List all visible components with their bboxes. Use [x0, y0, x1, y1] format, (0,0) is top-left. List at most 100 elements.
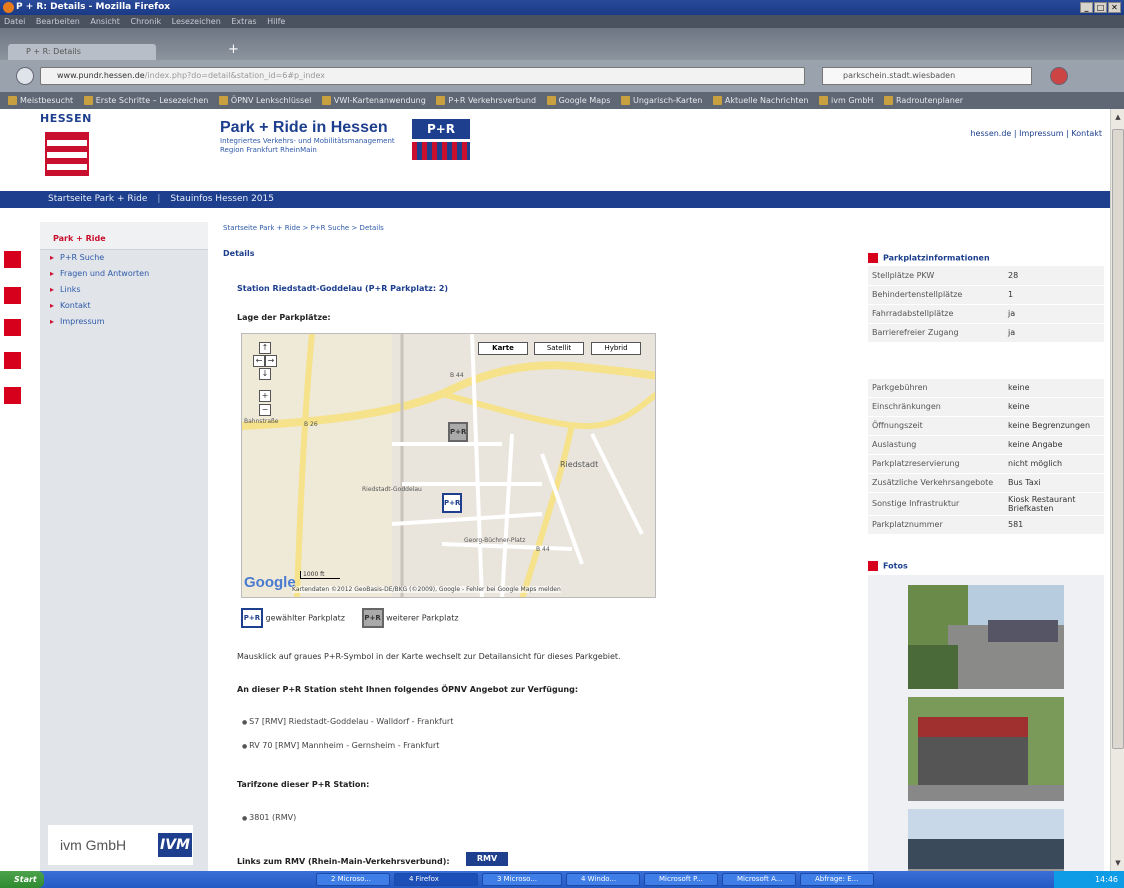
map-copyright[interactable]: Kartendaten ©2012 GeoBasis-DE/BKG (©2009… [292, 586, 561, 593]
url-bar[interactable]: www.pundr.hessen.de/index.php?do=detail&… [40, 67, 805, 85]
arrow-right-icon: ▸ [50, 285, 55, 294]
photo-parking-lot[interactable] [908, 585, 1064, 689]
station-title[interactable]: Station Riedstadt-Goddelau (P+R Parkplat… [237, 284, 448, 293]
photo-gallery [868, 575, 1104, 871]
nav-stauinfos[interactable]: Stauinfos Hessen 2015 [170, 194, 274, 204]
map-zoom-in-button[interactable]: + [259, 390, 271, 402]
brand-title: Park + Ride in Hessen [220, 119, 388, 136]
parking-info-table: Stellplätze PKW 28 Behindertenstellplätze 1… [868, 266, 1104, 535]
close-button[interactable]: ✕ [1108, 2, 1121, 13]
nav-startseite[interactable]: Startseite Park + Ride [48, 194, 147, 204]
bookmark-item[interactable]: Google Maps [545, 92, 610, 109]
photo-bike-shelter[interactable] [908, 697, 1064, 801]
nav-separator: | [157, 194, 161, 204]
hessen-logo[interactable]: HESSEN [40, 112, 100, 182]
menu-lesezeichen[interactable]: Lesezeichen [172, 17, 221, 26]
map-pan-right-button[interactable]: → [265, 355, 277, 367]
sidebar-item-kontakt[interactable]: ▸ Kontakt [40, 298, 208, 314]
map-scale: 1000 ft [300, 571, 340, 579]
hessen-crest-icon [45, 132, 89, 176]
links-heading: Links zum RMV (Rhein-Main-Verkehrsverbun… [237, 857, 450, 866]
sidebar-item-label: Links [60, 285, 81, 294]
map-type-hybrid[interactable]: Hybrid [591, 342, 641, 355]
maximize-button[interactable]: □ [1094, 2, 1107, 13]
red-square-decoration [4, 251, 21, 268]
url-path: /index.php?do=detail&station_id=6#p_inde… [144, 71, 325, 80]
info-row: Einschränkungen keine [868, 397, 1104, 417]
bookmark-item[interactable]: P+R Verkehrsverbund [434, 92, 536, 109]
map[interactable]: Karte Satellit Hybrid ↑ ← → ↓ + − Bahnst… [241, 333, 656, 598]
menu-chronik[interactable]: Chronik [130, 17, 161, 26]
top-links[interactable]: hessen.de | Impressum | Kontakt [970, 129, 1102, 138]
bookmark-item[interactable]: Erste Schritte – Lesezeichen [82, 92, 208, 109]
details-heading: Details [223, 249, 255, 258]
menu-datei[interactable]: Datei [4, 17, 25, 26]
sidebar-item-pr-suche[interactable]: ▸ P+R Suche [40, 250, 208, 266]
bookmark-item[interactable]: VWI-Kartenanwendung [320, 92, 426, 109]
bookmark-item[interactable]: Meistbesucht [6, 92, 73, 109]
info-key: Sonstige Infrastruktur [868, 492, 1004, 516]
menu-bearbeiten[interactable]: Bearbeiten [36, 17, 80, 26]
bookmark-item[interactable]: Radroutenplaner [882, 92, 963, 109]
google-logo[interactable]: Google [244, 574, 296, 591]
taskbar-task[interactable]: Microsoft A... [722, 873, 796, 886]
sidebar-item-faq[interactable]: ▸ Fragen und Antworten [40, 266, 208, 282]
bookmark-item[interactable]: Aktuelle Nachrichten [711, 92, 809, 109]
sidebar-item-links[interactable]: ▸ Links [40, 282, 208, 298]
brand[interactable]: Park + Ride in Hessen Integriertes Verke… [220, 119, 400, 155]
sidebar-head[interactable]: Park + Ride [40, 222, 208, 250]
taskbar-task[interactable]: 2 Microso... [316, 873, 390, 886]
info-row: Parkplatznummer 581 [868, 515, 1104, 535]
url-domain: www.pundr.hessen.de [57, 71, 145, 80]
map-type-satellit[interactable]: Satellit [534, 342, 584, 355]
new-tab-button[interactable]: + [228, 42, 239, 57]
legend-selected-label: gewählter Parkplatz [265, 613, 346, 623]
menu-hilfe[interactable]: Hilfe [267, 17, 285, 26]
scroll-up-icon[interactable]: ▲ [1112, 111, 1124, 123]
menu-extras[interactable]: Extras [231, 17, 256, 26]
bookmark-item[interactable]: ÖPNV Lenkschlüssel [217, 92, 311, 109]
taskbar-task[interactable]: Abfrage: E... [800, 873, 874, 886]
taskbar-task[interactable]: 3 Microso... [482, 873, 562, 886]
sidebar-item-impressum[interactable]: ▸ Impressum [40, 314, 208, 330]
scroll-thumb[interactable] [1112, 129, 1124, 749]
home-button[interactable] [1050, 67, 1068, 85]
breadcrumb[interactable]: Startseite Park + Ride > P+R Suche > Det… [223, 224, 384, 232]
search-value: parkschein.stadt.wiesbaden [843, 71, 956, 80]
pr-marker-other[interactable]: P+R [448, 422, 468, 442]
pr-marker-selected[interactable]: P+R [442, 493, 462, 513]
arrow-right-icon: ▸ [50, 253, 55, 262]
map-pan-left-button[interactable]: ← [253, 355, 265, 367]
page-scrollbar[interactable]: ▲ ▼ [1110, 109, 1124, 871]
main-nav: Startseite Park + Ride | Stauinfos Hessen … [0, 191, 1110, 208]
taskbar-task[interactable]: 4 Windo... [566, 873, 640, 886]
bookmark-item[interactable]: ivm GmbH [817, 92, 873, 109]
back-button[interactable] [16, 67, 34, 85]
system-tray-clock[interactable]: 14:46 [1054, 871, 1124, 888]
info-row: Fahrradabstellplätze ja [868, 304, 1104, 324]
start-button[interactable]: Start [0, 871, 44, 888]
rmv-logo[interactable]: RMV [466, 852, 508, 866]
info-key: Parkgebühren [868, 378, 1004, 398]
taskbar-task[interactable]: Microsoft P... [644, 873, 718, 886]
taskbar-task-active[interactable]: 4 Firefox [394, 873, 478, 886]
sidebar-item-label: P+R Suche [60, 253, 105, 262]
map-pan-down-button[interactable]: ↓ [259, 368, 271, 380]
ivm-logo-mark: IVM [158, 833, 192, 857]
info-value: ja [1004, 323, 1104, 343]
minimize-button[interactable]: _ [1080, 2, 1093, 13]
map-type-karte[interactable]: Karte [478, 342, 528, 355]
photo-station[interactable] [908, 809, 1064, 871]
info-row: Parkgebühren keine [868, 378, 1104, 398]
ivm-logo[interactable]: ivm GmbH IVM [48, 825, 193, 865]
fotos-heading: Fotos [868, 561, 908, 571]
scroll-down-icon[interactable]: ▼ [1112, 857, 1124, 869]
search-input[interactable]: parkschein.stadt.wiesbaden [822, 67, 1032, 85]
map-zoom-out-button[interactable]: − [259, 404, 271, 416]
map-pan-up-button[interactable]: ↑ [259, 342, 271, 354]
bookmark-item[interactable]: Ungarisch-Karten [619, 92, 702, 109]
info-row: Auslastung keine Angabe [868, 435, 1104, 455]
tab-active[interactable]: P + R: Details [8, 44, 156, 60]
menu-ansicht[interactable]: Ansicht [90, 17, 120, 26]
fotos-heading-text: Fotos [883, 561, 908, 571]
